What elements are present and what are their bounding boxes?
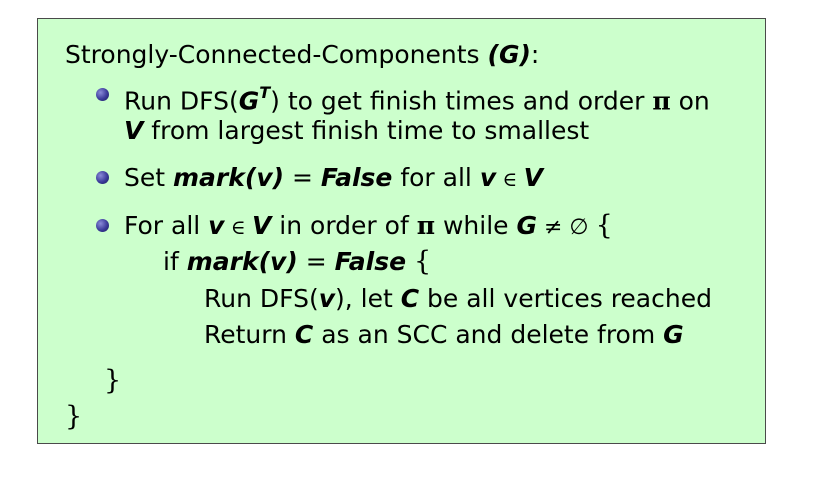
vertex-symbol: v	[256, 163, 273, 192]
paren-close: )	[272, 163, 285, 192]
step-1-text-a: Run DFS(	[124, 86, 239, 116]
paren-open: (	[244, 163, 257, 192]
component-symbol: C	[294, 320, 314, 349]
vertex-symbol: v	[208, 211, 225, 240]
vertex-set-symbol: V	[252, 211, 272, 240]
step-2-text-b: for all	[392, 163, 480, 192]
param-paren-close: )	[519, 40, 531, 69]
inner-1-text-c: be all vertices reached	[419, 284, 712, 313]
step-3-text-c: while	[435, 211, 517, 240]
step-1-text-d: from largest finish time to smallest	[143, 116, 590, 145]
step-2-text-a: Set	[124, 163, 173, 192]
vertex-set-symbol: V	[523, 163, 543, 192]
vertex-set-symbol: V	[124, 116, 144, 145]
bullet-icon	[96, 171, 109, 184]
mark-symbol: mark	[173, 163, 245, 192]
inner-1-text-b: ), let	[335, 284, 401, 313]
inner-1-text-a: Run DFS(	[204, 284, 319, 313]
algorithm-name: Strongly-Connected-Components	[65, 40, 480, 69]
equals-sign: =	[297, 247, 335, 276]
close-outer-brace: }	[65, 401, 83, 432]
vertex-symbol: v	[479, 163, 497, 192]
algorithm-box: Strongly-Connected-Components (G): Run D…	[37, 18, 766, 444]
vertex-symbol: v	[270, 247, 287, 276]
step-3-line: For all v ∈ V in order of π while G ≠ ∅ …	[124, 210, 613, 244]
mark-symbol: mark	[186, 247, 259, 276]
bullet-icon	[96, 88, 109, 101]
step-2-line: Set mark(v) = False for all v ∈ V	[124, 162, 543, 195]
if-keyword: if	[163, 247, 187, 276]
graph-symbol: G	[663, 320, 684, 349]
open-brace: {	[595, 210, 613, 241]
paren-close: )	[286, 247, 298, 276]
step-1-line-2: V from largest finish time to smallest	[124, 115, 589, 147]
graph-symbol: G	[516, 211, 538, 240]
algorithm-header: Strongly-Connected-Components (G):	[65, 39, 539, 71]
element-of-symbol: ∈	[224, 215, 252, 239]
bullet-icon	[96, 219, 109, 232]
header-colon: :	[530, 40, 540, 69]
inner-line-1: Run DFS(v), let C be all vertices reache…	[204, 283, 712, 315]
inner-2-text-b: as an SCC and delete from	[313, 320, 664, 349]
step-1-line-1: Run DFS(GT) to get finish times and orde…	[124, 79, 710, 117]
step-1-text-b: ) to get finish times and order	[270, 86, 653, 116]
param-paren-open: (	[487, 40, 499, 69]
vertex-symbol: v	[318, 284, 335, 313]
inner-line-2: Return C as an SCC and delete from G	[204, 319, 684, 351]
transpose-superscript: T	[259, 83, 271, 102]
if-line: if mark(v) = False {	[163, 246, 431, 278]
step-3-text-a: For all	[124, 211, 209, 240]
inner-2-text-a: Return	[204, 320, 295, 349]
pi-symbol: π	[416, 211, 436, 240]
false-literal: False	[320, 163, 393, 192]
close-inner-brace: }	[104, 365, 122, 396]
component-symbol: C	[400, 284, 420, 313]
graph-symbol: G	[238, 86, 260, 116]
paren-open: (	[258, 247, 271, 276]
step-1-text-c: on	[670, 86, 710, 116]
false-literal: False	[334, 247, 407, 276]
algorithm-param: G	[498, 40, 520, 69]
step-3-text-b: in order of	[271, 211, 417, 240]
not-empty-symbol: ≠ ∅	[537, 215, 596, 240]
pi-symbol: π	[652, 86, 671, 116]
equals-sign: =	[284, 163, 321, 192]
open-brace: {	[414, 246, 432, 277]
element-of-symbol: ∈	[496, 167, 524, 191]
